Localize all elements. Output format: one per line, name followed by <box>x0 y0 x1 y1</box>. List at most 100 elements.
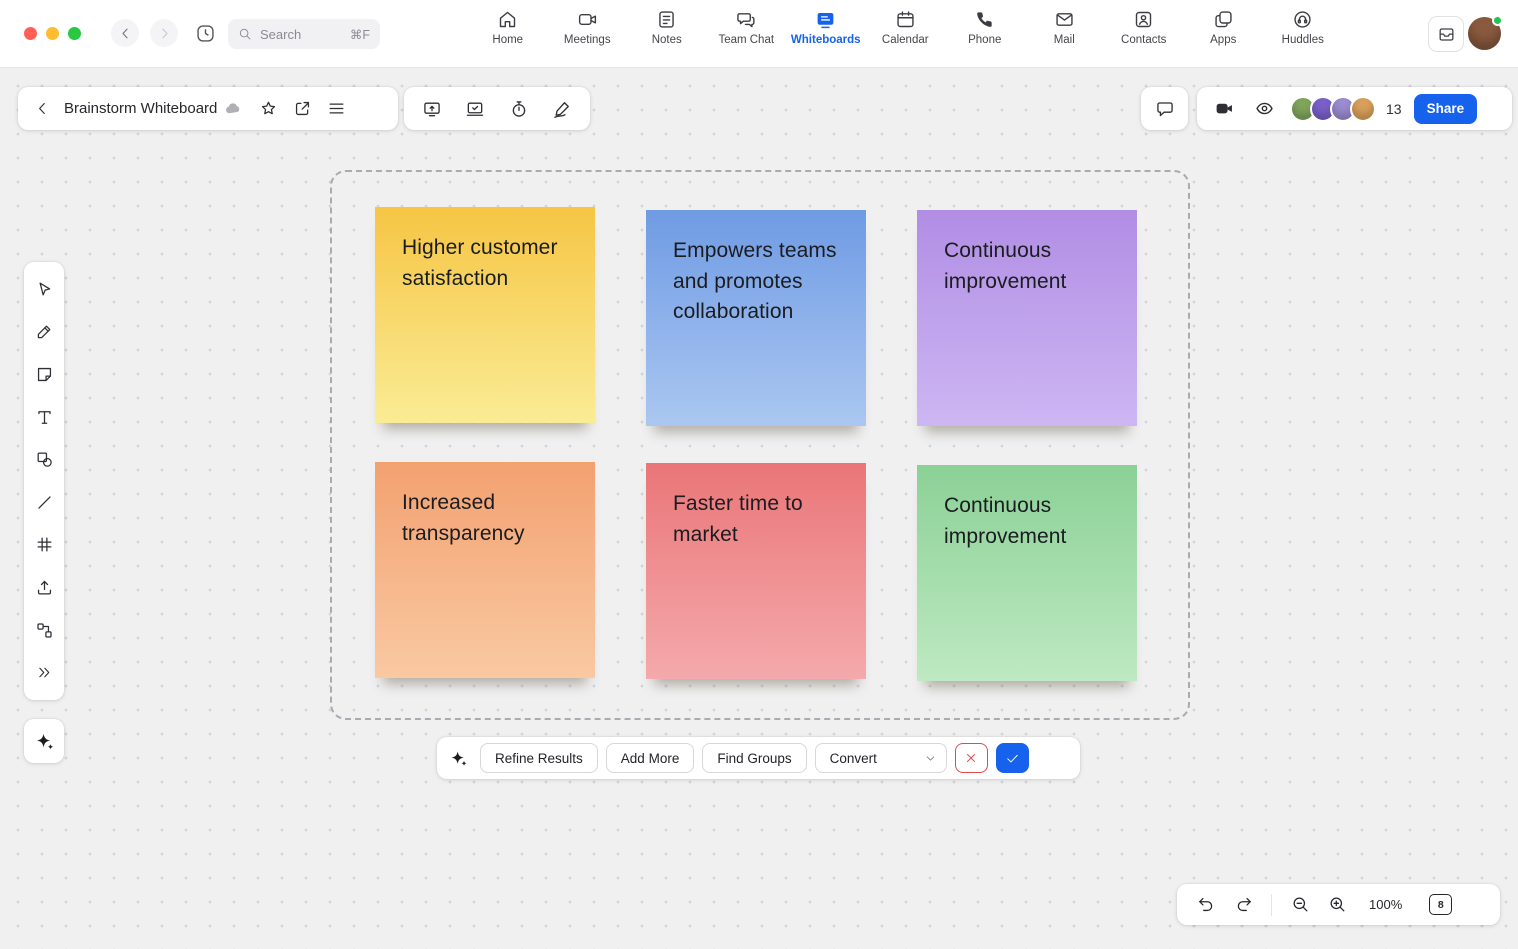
zoom-level[interactable]: 100% <box>1369 897 1402 912</box>
collaboration-bar: 13 Share <box>1197 87 1512 130</box>
history-icon[interactable] <box>192 20 219 47</box>
sticky-note[interactable]: Continuous improvement <box>917 465 1137 681</box>
whiteboard-canvas[interactable]: Brainstorm Whiteboard <box>0 68 1518 949</box>
back-button[interactable] <box>111 19 139 47</box>
back-icon[interactable] <box>26 93 58 125</box>
search-input[interactable] <box>258 26 344 43</box>
comment-icon[interactable] <box>1149 93 1181 125</box>
sticky-note[interactable]: Increased transparency <box>375 462 595 678</box>
minimize-window-button[interactable] <box>46 27 59 40</box>
board-tools <box>404 87 590 130</box>
home-icon <box>497 9 518 30</box>
undo-icon[interactable] <box>1191 890 1221 920</box>
nav-buttons <box>111 19 178 47</box>
page-badge: 8 <box>1438 899 1444 911</box>
ai-sparkle-icon <box>448 748 469 769</box>
workspace-icon[interactable] <box>1428 16 1464 52</box>
upload-icon[interactable] <box>26 569 62 605</box>
notes-icon <box>656 9 677 30</box>
follow-icon[interactable] <box>1248 93 1280 125</box>
tab-phone[interactable]: Phone <box>945 9 1025 46</box>
diagram-icon[interactable] <box>26 612 62 648</box>
tab-label: Contacts <box>1121 34 1166 46</box>
close-window-button[interactable] <box>24 27 37 40</box>
apps-icon <box>1213 9 1234 30</box>
search-icon <box>238 27 252 41</box>
tab-label: Meetings <box>564 34 611 46</box>
contacts-icon <box>1133 9 1154 30</box>
forward-button[interactable] <box>150 19 178 47</box>
star-icon[interactable] <box>252 93 284 125</box>
participant-avatar[interactable] <box>1350 96 1376 122</box>
redo-icon[interactable] <box>1228 890 1258 920</box>
present-icon[interactable] <box>416 93 448 125</box>
pages-icon[interactable]: 8 <box>1429 894 1452 915</box>
export-icon[interactable] <box>286 93 318 125</box>
fullscreen-window-button[interactable] <box>68 27 81 40</box>
zoom-out-icon[interactable] <box>1285 890 1315 920</box>
tab-team-chat[interactable]: Team Chat <box>707 9 787 46</box>
tab-calendar[interactable]: Calendar <box>866 9 946 46</box>
tab-label: Team Chat <box>718 34 774 46</box>
tab-mail[interactable]: Mail <box>1025 9 1105 46</box>
sticky-note-text: Increased transparency <box>375 462 595 549</box>
menu-icon[interactable] <box>320 93 352 125</box>
phone-icon <box>974 9 995 30</box>
search-bar[interactable]: ⌘F <box>228 19 380 49</box>
pen-icon[interactable] <box>26 314 62 350</box>
divider <box>1271 894 1272 916</box>
zoom-in-icon[interactable] <box>1322 890 1352 920</box>
add-more-button[interactable]: Add More <box>606 743 695 773</box>
dismiss-button[interactable] <box>955 743 988 773</box>
presence-indicator <box>1492 15 1503 26</box>
sticky-note-icon[interactable] <box>26 356 62 392</box>
sticky-note[interactable]: Faster time to market <box>646 463 866 679</box>
screen-check-icon[interactable] <box>459 93 491 125</box>
tab-meetings[interactable]: Meetings <box>548 9 628 46</box>
chevron-down-icon <box>924 752 937 765</box>
convert-dropdown[interactable]: Convert <box>815 743 947 773</box>
ai-sparkle-icon <box>33 730 56 753</box>
text-icon[interactable] <box>26 399 62 435</box>
sticky-note[interactable]: Higher customer satisfaction <box>375 207 595 423</box>
tab-notes[interactable]: Notes <box>627 9 707 46</box>
cloud-sync-icon <box>223 99 242 118</box>
tab-contacts[interactable]: Contacts <box>1104 9 1184 46</box>
tab-label: Phone <box>968 34 1001 46</box>
tab-label: Notes <box>652 34 682 46</box>
sticky-note-text: Continuous improvement <box>917 465 1137 552</box>
tab-label: Calendar <box>882 34 929 46</box>
annotate-icon[interactable] <box>546 93 578 125</box>
sticky-note-text: Faster time to market <box>646 463 866 550</box>
titlebar: ⌘F Home Meetings Notes Team Chat Whitebo… <box>0 0 1518 68</box>
line-icon[interactable] <box>26 484 62 520</box>
select-icon[interactable] <box>26 271 62 307</box>
frame-icon[interactable] <box>26 527 62 563</box>
sticky-note[interactable]: Continuous improvement <box>917 210 1137 426</box>
tab-whiteboards[interactable]: Whiteboards <box>786 9 866 46</box>
accept-button[interactable] <box>996 743 1029 773</box>
whiteboard-app: ⌘F Home Meetings Notes Team Chat Whitebo… <box>0 0 1518 949</box>
video-icon[interactable] <box>1208 93 1240 125</box>
refine-results-button[interactable]: Refine Results <box>480 743 598 773</box>
participant-count[interactable]: 13 <box>1386 101 1402 117</box>
timer-icon[interactable] <box>503 93 535 125</box>
ai-assistant-button[interactable] <box>24 719 64 763</box>
calendar-icon <box>895 9 916 30</box>
avatar[interactable] <box>1468 17 1501 50</box>
find-groups-button[interactable]: Find Groups <box>702 743 806 773</box>
tab-home[interactable]: Home <box>468 9 548 46</box>
share-button[interactable]: Share <box>1414 94 1478 124</box>
tab-huddles[interactable]: Huddles <box>1263 9 1343 46</box>
sticky-note[interactable]: Empowers teams and promotes collaboratio… <box>646 210 866 426</box>
search-shortcut: ⌘F <box>350 27 370 42</box>
tab-apps[interactable]: Apps <box>1184 9 1264 46</box>
meetings-icon <box>577 9 598 30</box>
tab-label: Whiteboards <box>791 34 861 46</box>
convert-dropdown-label: Convert <box>830 751 877 766</box>
comments-panel <box>1141 87 1188 130</box>
shapes-icon[interactable] <box>26 442 62 478</box>
left-toolbar <box>24 262 64 700</box>
window-controls <box>24 27 81 40</box>
expand-toolbar-icon[interactable] <box>26 655 62 691</box>
